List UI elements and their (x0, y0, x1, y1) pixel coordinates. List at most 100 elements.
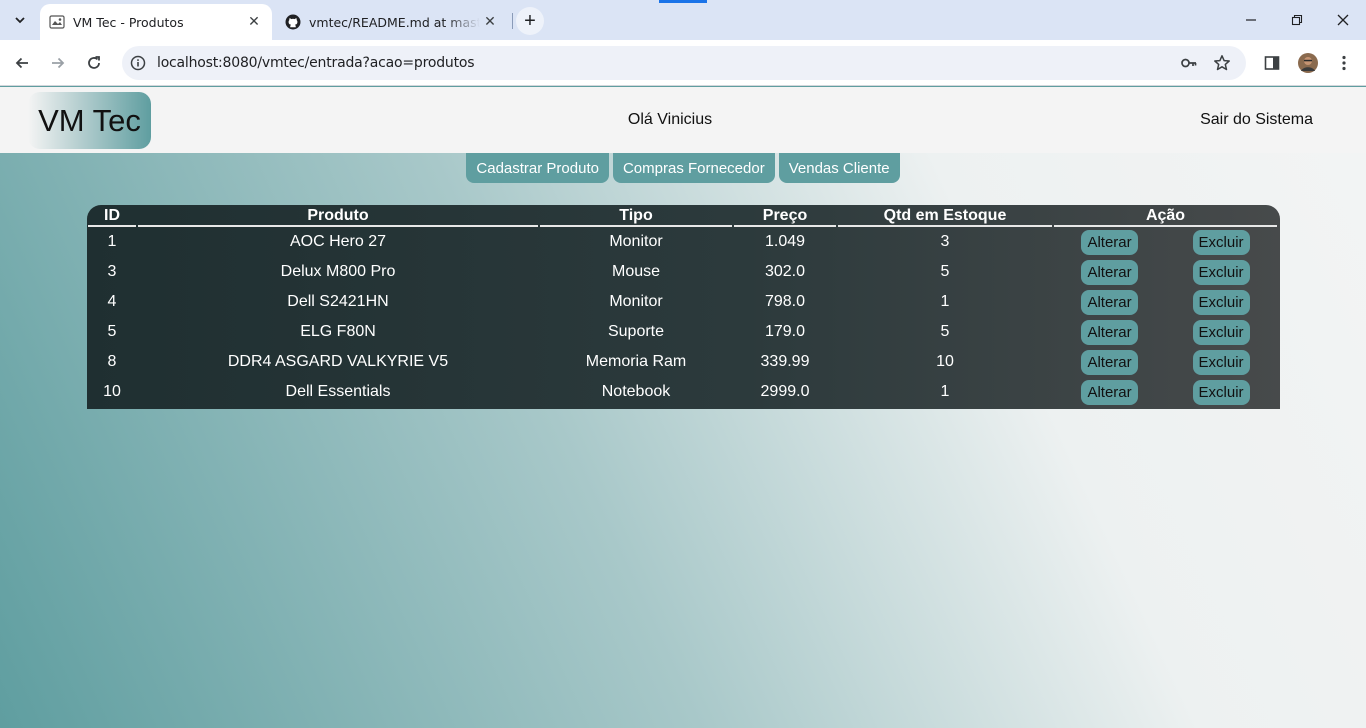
tab-title: vmtec/README.md at master · (309, 14, 480, 30)
column-header-id: ID (88, 205, 136, 227)
close-tab-icon[interactable]: ✕ (244, 12, 264, 32)
products-table: ID Produto Tipo Preço Qtd em Estoque Açã… (87, 205, 1279, 407)
register-product-button[interactable]: Cadastrar Produto (466, 153, 609, 183)
restore-icon (1291, 14, 1303, 26)
delete-button[interactable]: Excluir (1192, 259, 1250, 285)
reload-button[interactable] (80, 49, 108, 77)
table-row: 8 DDR4 ASGARD VALKYRIE V5 Memoria Ram 33… (88, 347, 1277, 377)
tab-vmtec-produtos[interactable]: VM Tec - Produtos ✕ (40, 4, 272, 40)
edit-button[interactable]: Alterar (1081, 319, 1138, 345)
side-panel-icon (1264, 56, 1280, 70)
edit-button[interactable]: Alterar (1081, 289, 1138, 315)
column-header-type: Tipo (540, 205, 732, 227)
column-header-price: Preço (734, 205, 836, 227)
tab-title: VM Tec - Produtos (73, 14, 184, 30)
cell-product: ELG F80N (300, 323, 376, 340)
row-actions: Alterar Excluir (1054, 257, 1277, 287)
avatar (1298, 53, 1318, 73)
cell-id: 8 (107, 353, 117, 370)
row-actions: Alterar Excluir (1054, 227, 1277, 257)
tab-strip-accent (659, 0, 707, 3)
page-favicon-icon (49, 15, 65, 29)
table-row: 3 Delux M800 Pro Mouse 302.0 5 Alterar E… (88, 257, 1277, 287)
column-header-action: Ação (1054, 205, 1277, 227)
main-menu: Cadastrar Produto Compras Fornecedor Ven… (0, 153, 1366, 183)
user-greeting: Olá Vinicius (627, 111, 713, 128)
cell-type: Mouse (611, 263, 661, 280)
back-button[interactable] (8, 49, 36, 77)
cell-id: 10 (103, 383, 121, 400)
cell-actions: Alterar Excluir (1054, 257, 1277, 287)
more-vertical-icon (1342, 55, 1346, 71)
cell-actions: Alterar Excluir (1054, 347, 1277, 377)
row-actions: Alterar Excluir (1054, 287, 1277, 317)
key-icon[interactable] (1180, 54, 1198, 72)
page-content: VM Tec Olá Vinicius Sair do Sistema Cada… (0, 87, 1366, 728)
profile-button[interactable] (1297, 52, 1319, 74)
delete-button[interactable]: Excluir (1192, 289, 1250, 315)
browser-tab-strip: VM Tec - Produtos ✕ vmtec/README.md at m… (0, 0, 1366, 40)
cell-stock: 1 (940, 383, 950, 400)
address-bar[interactable]: localhost:8080/vmtec/entrada?acao=produt… (122, 46, 1246, 80)
edit-button[interactable]: Alterar (1081, 259, 1138, 285)
edit-button[interactable]: Alterar (1081, 349, 1138, 375)
cell-price: 798.0 (764, 293, 806, 310)
cell-actions: Alterar Excluir (1054, 317, 1277, 347)
products-table-container: ID Produto Tipo Preço Qtd em Estoque Açã… (87, 205, 1280, 409)
forward-button[interactable] (44, 49, 72, 77)
tab-search-button[interactable] (6, 7, 34, 33)
close-icon (1337, 14, 1349, 26)
cell-id: 3 (107, 263, 117, 280)
cell-price: 2999.0 (760, 383, 810, 400)
cell-price: 179.0 (764, 323, 806, 340)
row-actions: Alterar Excluir (1054, 377, 1277, 407)
edit-button[interactable]: Alterar (1081, 379, 1138, 405)
delete-button[interactable]: Excluir (1192, 319, 1250, 345)
minimize-button[interactable] (1228, 0, 1274, 40)
tab-github-readme[interactable]: vmtec/README.md at master · ✕ (276, 4, 508, 40)
table-body: 1 AOC Hero 27 Monitor 1.049 3 Alterar Ex… (88, 227, 1277, 407)
close-tab-icon[interactable]: ✕ (480, 12, 500, 32)
cell-product: Delux M800 Pro (280, 263, 396, 280)
cell-stock: 3 (940, 233, 950, 250)
cell-type: Monitor (609, 293, 663, 310)
logout-link[interactable]: Sair do Sistema (1200, 111, 1313, 129)
delete-button[interactable]: Excluir (1192, 349, 1250, 375)
url-text[interactable]: localhost:8080/vmtec/entrada?acao=produt… (157, 55, 475, 71)
delete-button[interactable]: Excluir (1192, 229, 1250, 255)
delete-button[interactable]: Excluir (1192, 379, 1250, 405)
table-row: 4 Dell S2421HN Monitor 798.0 1 Alterar E… (88, 287, 1277, 317)
cell-type: Notebook (601, 383, 671, 400)
cell-stock: 10 (936, 353, 954, 370)
close-window-button[interactable] (1320, 0, 1366, 40)
browser-menu-button[interactable] (1333, 52, 1355, 74)
table-row: 10 Dell Essentials Notebook 2999.0 1 Alt… (88, 377, 1277, 407)
row-actions: Alterar Excluir (1054, 347, 1277, 377)
reload-icon (88, 56, 100, 69)
cell-id: 4 (107, 293, 117, 310)
side-panel-button[interactable] (1261, 52, 1283, 74)
table-row: 1 AOC Hero 27 Monitor 1.049 3 Alterar Ex… (88, 227, 1277, 257)
cell-product: AOC Hero 27 (289, 233, 387, 250)
cell-id: 1 (107, 233, 117, 250)
table-row: 5 ELG F80N Suporte 179.0 5 Alterar Exclu… (88, 317, 1277, 347)
cell-product: Dell Essentials (285, 383, 391, 400)
cell-stock: 5 (940, 263, 950, 280)
customer-sales-button[interactable]: Vendas Cliente (778, 153, 900, 183)
cell-actions: Alterar Excluir (1054, 287, 1277, 317)
arrow-left-icon (15, 57, 28, 69)
cell-product: DDR4 ASGARD VALKYRIE V5 (227, 353, 449, 370)
cell-actions: Alterar Excluir (1054, 377, 1277, 407)
arrow-right-icon (52, 57, 65, 69)
new-tab-button[interactable]: + (516, 7, 544, 35)
cell-stock: 5 (940, 323, 950, 340)
github-icon (285, 14, 301, 30)
site-info-icon[interactable] (130, 55, 146, 71)
restore-button[interactable] (1274, 0, 1320, 40)
supplier-purchases-button[interactable]: Compras Fornecedor (612, 153, 775, 183)
edit-button[interactable]: Alterar (1081, 229, 1138, 255)
chevron-down-icon (15, 17, 25, 24)
row-actions: Alterar Excluir (1054, 317, 1277, 347)
cell-price: 302.0 (764, 263, 806, 280)
star-icon[interactable] (1213, 54, 1231, 72)
